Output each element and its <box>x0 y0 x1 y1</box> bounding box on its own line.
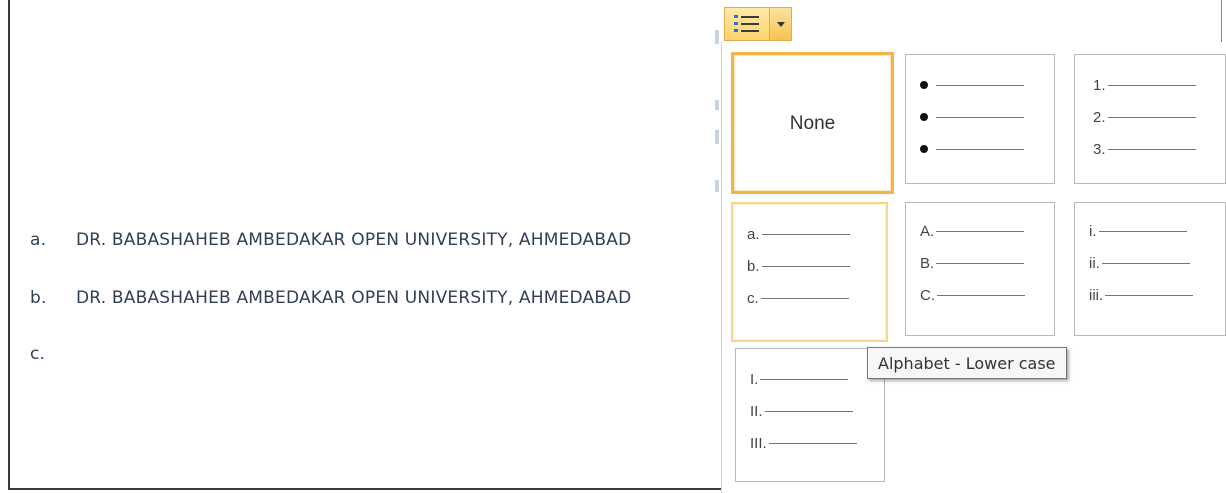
bullet-icon <box>920 145 928 153</box>
numbering-button[interactable] <box>724 7 794 41</box>
bullet-style-tile[interactable] <box>905 54 1055 184</box>
list-item-text: DR. BABASHAHEB AMBEDAKAR OPEN UNIVERSITY… <box>76 288 632 308</box>
tile-marker: b. <box>747 257 760 275</box>
tooltip: Alphabet - Lower case <box>867 347 1067 379</box>
tile-marker: i. <box>1089 222 1097 240</box>
upper-alpha-style-tile[interactable]: A. B. C. <box>905 202 1055 336</box>
tile-marker: iii. <box>1089 286 1104 304</box>
document-body[interactable]: a. DR. BABASHAHEB AMBEDAKAR OPEN UNIVERSI… <box>0 0 712 493</box>
list-item[interactable]: b. DR. BABASHAHEB AMBEDAKAR OPEN UNIVERSI… <box>30 288 631 308</box>
numbering-none-tile[interactable]: None <box>731 52 894 194</box>
list-item-text: DR. BABASHAHEB AMBEDAKAR OPEN UNIVERSITY… <box>76 230 632 250</box>
list-marker: c. <box>30 344 46 364</box>
list-item[interactable]: c. <box>30 344 76 364</box>
tile-marker: ii. <box>1089 254 1100 272</box>
upper-roman-style-tile[interactable]: I. II. III. <box>735 348 885 482</box>
tile-marker: II. <box>750 402 763 420</box>
none-label: None <box>789 113 836 134</box>
lower-roman-style-tile[interactable]: i. ii. iii. <box>1074 202 1226 336</box>
tile-marker: 1. <box>1093 76 1106 94</box>
chevron-down-icon[interactable] <box>770 7 792 41</box>
tile-marker: B. <box>920 254 935 272</box>
list-item[interactable]: a. DR. BABASHAHEB AMBEDAKAR OPEN UNIVERSI… <box>30 230 631 250</box>
number-style-tile[interactable]: 1. 2. 3. <box>1074 54 1226 184</box>
tile-marker: a. <box>747 225 760 243</box>
tile-marker: A. <box>920 222 935 240</box>
list-marker: b. <box>30 288 47 308</box>
bullet-icon <box>920 113 928 121</box>
list-marker: a. <box>30 230 47 250</box>
tile-marker: 2. <box>1093 108 1106 126</box>
numbered-list-icon[interactable] <box>724 7 770 41</box>
tile-marker: C. <box>920 286 935 304</box>
tile-marker: I. <box>750 370 759 388</box>
bullet-icon <box>920 81 928 89</box>
lower-alpha-style-tile[interactable]: a. b. c. <box>731 202 888 342</box>
tile-marker: c. <box>747 289 759 307</box>
tile-marker: III. <box>750 434 767 452</box>
tile-marker: 3. <box>1093 140 1106 158</box>
